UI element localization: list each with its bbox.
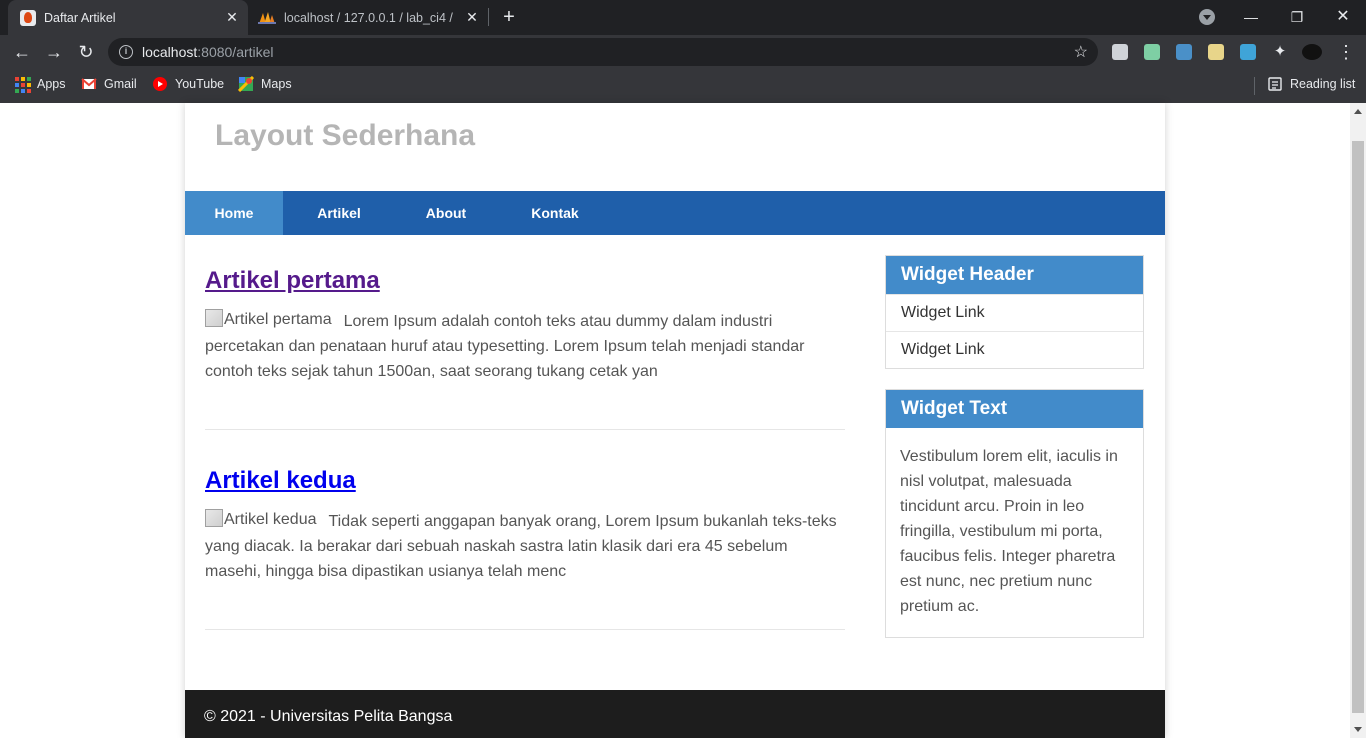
phpmyadmin-favicon-icon [258,11,276,25]
close-tab-icon[interactable]: ✕ [464,9,480,25]
url-text: localhost:8080/artikel [142,44,274,60]
profile-avatar-icon[interactable] [1302,44,1322,60]
new-tab-icon[interactable]: + [498,6,520,28]
widget-link[interactable]: Widget Link [886,331,1143,368]
widget-header-box: Widget Header Widget Link Widget Link [885,255,1144,369]
article-title-link[interactable]: Artikel pertama [205,267,845,295]
maps-icon [237,75,255,93]
article-divider [205,629,845,630]
page-scrollbar[interactable] [1350,103,1366,738]
reload-icon[interactable]: ↻ [75,41,97,63]
widget-text-body: Vestibulum lorem elit, iaculis in nisl v… [900,448,1118,615]
browser-chrome: Daftar Artikel ✕ localhost / 127.0.0.1 /… [0,0,1366,103]
scrollbar-thumb[interactable] [1352,141,1364,713]
reading-list-label: Reading list [1290,77,1356,91]
bookmark-youtube[interactable]: YouTube [152,76,224,92]
main-navbar: Home Artikel About Kontak [185,191,1165,235]
nav-kontak[interactable]: Kontak [519,191,591,235]
widget-text-title: Widget Text [886,390,1143,428]
tab-phpmyadmin[interactable]: localhost / 127.0.0.1 / lab_ci4 / ar ✕ [250,0,488,35]
reading-list-button[interactable]: Reading list [1267,76,1355,92]
close-window-icon[interactable]: ✕ [1332,6,1354,28]
forward-icon[interactable]: → [43,41,65,63]
reading-list-icon [1267,76,1283,92]
bookmark-gmail[interactable]: Gmail [81,76,137,92]
codeigniter-favicon-icon [20,9,36,26]
url-path: :8080/artikel [197,44,274,60]
address-bar[interactable]: i localhost:8080/artikel ☆ [108,38,1098,66]
extension-icon[interactable] [1208,44,1224,60]
restore-icon[interactable]: ❐ [1286,6,1308,28]
bookmark-star-icon[interactable]: ☆ [1074,42,1088,62]
nav-home[interactable]: Home [185,191,283,235]
page-container: Layout Sederhana Home Artikel About Kont… [185,103,1165,738]
tab-title: localhost / 127.0.0.1 / lab_ci4 / ar [284,10,456,25]
bookmark-maps[interactable]: Maps [237,75,292,93]
tab-search-icon[interactable] [1199,9,1215,25]
tab-daftar-artikel[interactable]: Daftar Artikel ✕ [8,0,248,35]
browser-toolbar: ← → ↻ i localhost:8080/artikel ☆ ✦ ⋮ [0,35,1366,69]
bookmark-label: Maps [261,77,292,91]
apps-grid-icon [14,76,31,93]
nav-about[interactable]: About [409,191,483,235]
extension-icon[interactable] [1240,44,1256,60]
bookmark-label: Apps [37,77,66,91]
extension-icon[interactable] [1112,44,1128,60]
widget-header-title: Widget Header [886,256,1143,294]
article-item: Artikel kedua Artikel kedua Tidak seperti… [205,467,845,584]
widget-text-box: Widget Text Vestibulum lorem elit, iacul… [885,389,1144,638]
bookmark-apps[interactable]: Apps [14,76,66,93]
url-host: localhost [142,44,198,60]
extension-icon[interactable] [1176,44,1192,60]
article-image: Artikel pertama [205,309,332,329]
gmail-icon [81,76,97,92]
article-item: Artikel pertama Artikel pertama Lorem Ips… [205,267,845,384]
article-image: Artikel kedua [205,509,317,529]
site-footer: © 2021 - Universitas Pelita Bangsa [185,690,1165,738]
youtube-icon [152,76,168,92]
article-divider [205,429,845,430]
back-icon[interactable]: ← [11,41,33,63]
scroll-down-arrow-icon[interactable] [1354,727,1362,732]
site-title: Layout Sederhana [215,119,476,152]
article-excerpt: Artikel kedua Tidak seperti anggapan bany… [205,509,845,584]
article-title-link[interactable]: Artikel kedua [205,467,845,495]
scroll-up-arrow-icon[interactable] [1354,109,1362,114]
widget-link[interactable]: Widget Link [886,294,1143,331]
bookmark-separator [1254,77,1255,95]
close-tab-icon[interactable]: ✕ [224,9,240,25]
article-excerpt: Artikel pertama Lorem Ipsum adalah contoh… [205,309,845,384]
nav-artikel[interactable]: Artikel [297,191,381,235]
browser-menu-icon[interactable]: ⋮ [1337,41,1355,63]
tab-title: Daftar Artikel [44,10,116,25]
bookmark-label: Gmail [104,77,137,91]
tab-strip: Daftar Artikel ✕ localhost / 127.0.0.1 /… [0,0,1366,35]
extensions-puzzle-icon[interactable]: ✦ [1272,44,1288,60]
site-info-icon[interactable]: i [119,45,133,59]
bookmarks-bar: Apps Gmail YouTube Maps Reading list [0,69,1366,103]
tab-separator [488,8,489,26]
bookmark-label: YouTube [175,77,225,91]
extension-icon[interactable] [1144,44,1160,60]
minimize-icon[interactable]: — [1240,6,1262,28]
